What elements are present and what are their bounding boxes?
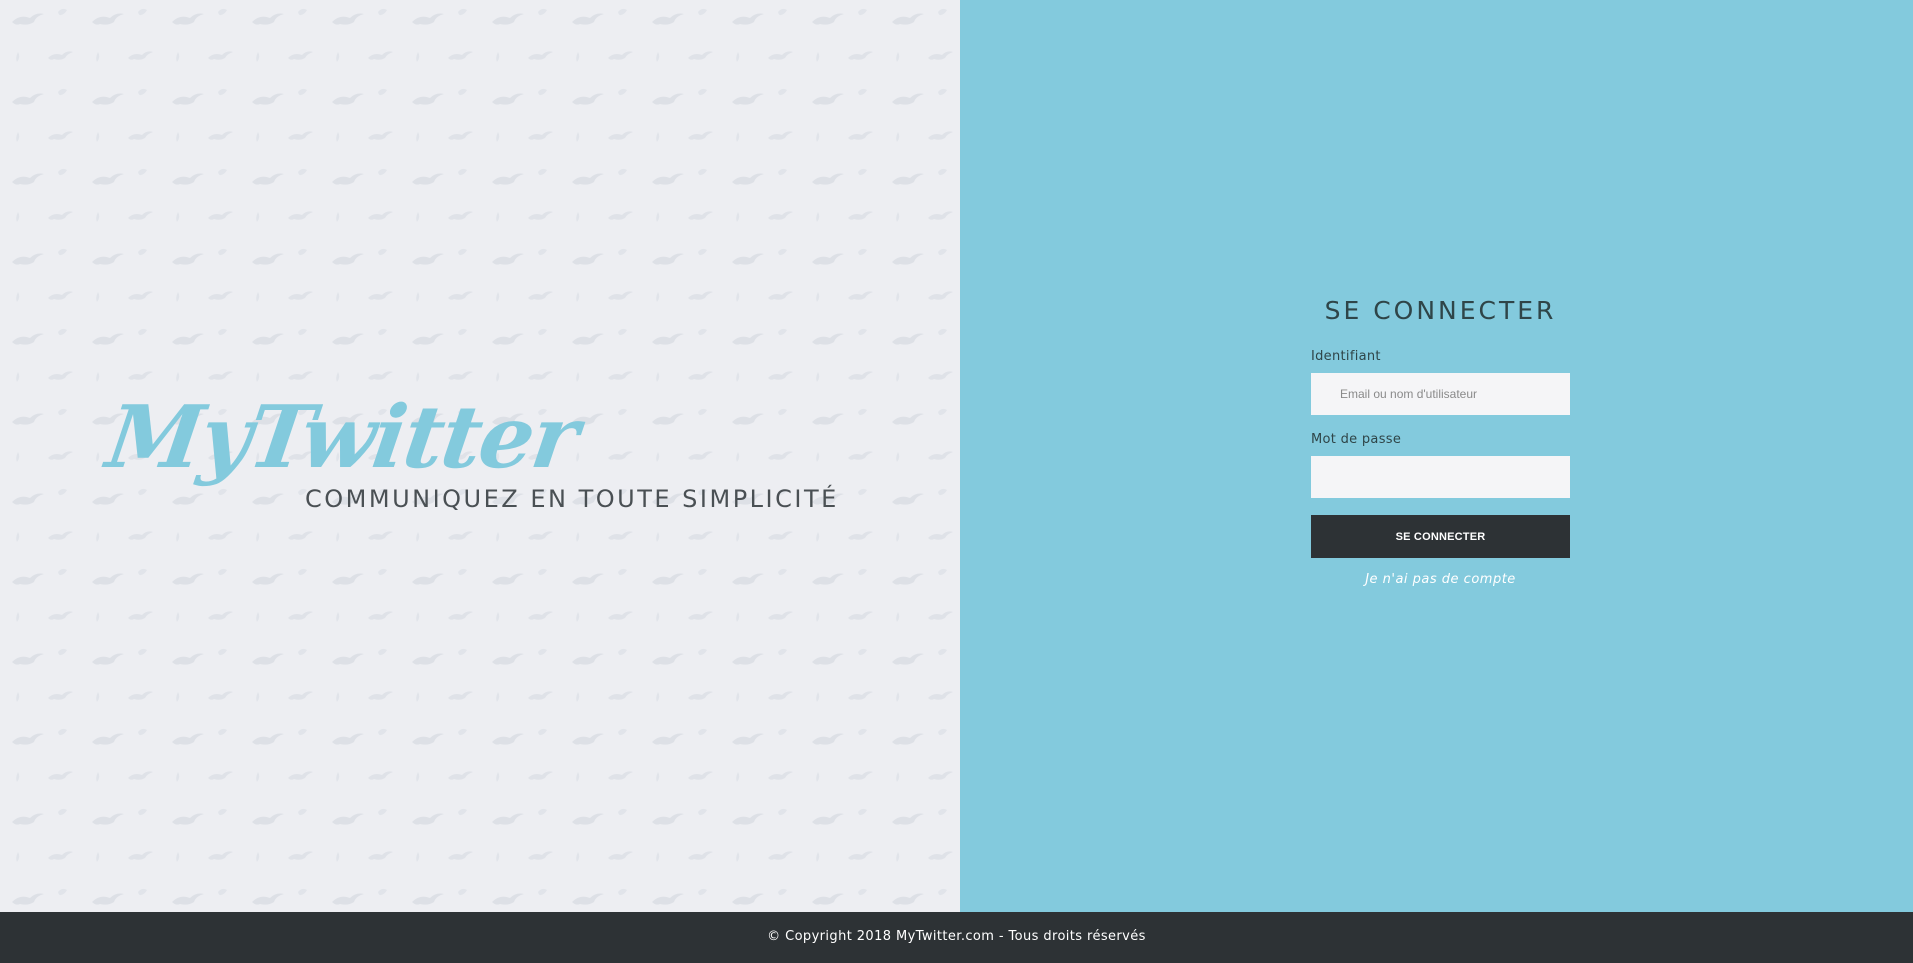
password-label: Mot de passe (1311, 432, 1402, 447)
login-page: MyTwitter COMMUNIQUEZ EN TOUTE SIMPLICIT… (0, 0, 1913, 963)
brand-tagline: COMMUNIQUEZ EN TOUTE SIMPLICITÉ (305, 485, 839, 513)
login-submit-button[interactable]: SE CONNECTER (1311, 515, 1570, 558)
password-input[interactable] (1311, 456, 1570, 498)
footer-copyright: © Copyright 2018 MyTwitter.com - Tous dr… (767, 929, 1146, 944)
signup-link[interactable]: Je n'ai pas de compte (1311, 572, 1570, 587)
username-label: Identifiant (1311, 349, 1381, 364)
brand-logo: MyTwitter (100, 387, 584, 488)
username-input[interactable] (1311, 373, 1570, 415)
login-title: SE CONNECTER (1324, 296, 1557, 325)
brand-logo-area: MyTwitter COMMUNIQUEZ EN TOUTE SIMPLICIT… (101, 387, 868, 535)
login-form: SE CONNECTER Identifiant Mot de passe SE… (1311, 290, 1570, 587)
brand-panel: MyTwitter COMMUNIQUEZ EN TOUTE SIMPLICIT… (0, 0, 960, 912)
footer: © Copyright 2018 MyTwitter.com - Tous dr… (0, 912, 1913, 963)
